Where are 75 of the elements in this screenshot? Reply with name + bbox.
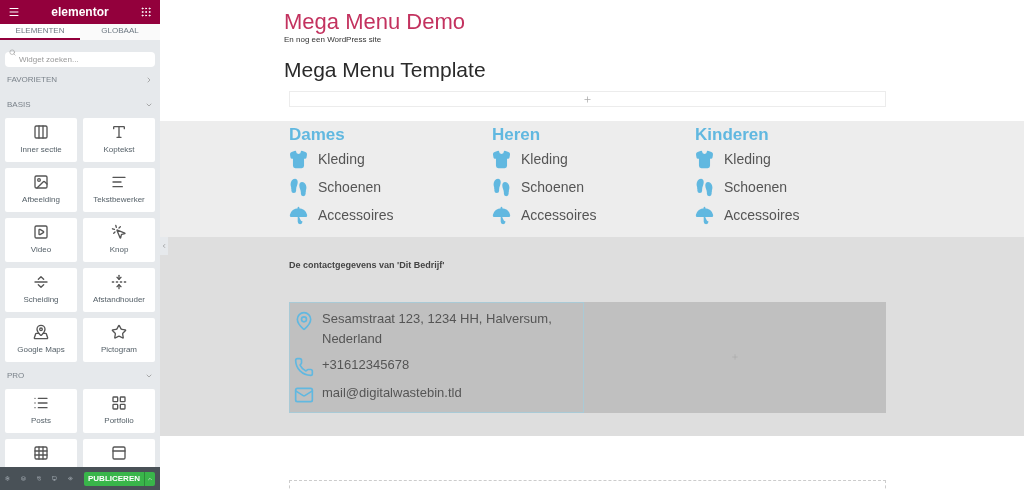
menu-link[interactable]: Kleding — [318, 148, 365, 170]
video-icon — [33, 224, 49, 240]
widget-tile[interactable]: Afbeelding — [5, 168, 77, 212]
footprints-icon — [289, 177, 308, 197]
phone-icon — [294, 356, 314, 377]
monitor-icon[interactable] — [52, 475, 58, 482]
widget-tile[interactable]: Pictogram — [83, 318, 155, 362]
menu-icon[interactable] — [8, 6, 20, 18]
contact-heading: De contactgegevens van 'Dit Bedrijf' — [289, 259, 446, 272]
add-icon — [583, 94, 592, 104]
app-logo: elementor — [51, 4, 109, 21]
divider-icon — [33, 274, 49, 290]
layers-icon[interactable] — [20, 475, 26, 482]
menu-link[interactable]: Schoenen — [318, 176, 382, 198]
image-icon — [33, 174, 49, 190]
footprints-icon — [492, 177, 511, 197]
widget-tile[interactable]: Inner sectie — [5, 118, 77, 162]
caret-icon — [147, 475, 153, 482]
search-icon — [9, 49, 16, 56]
umbrella-icon — [695, 205, 714, 225]
columns-icon — [33, 124, 49, 140]
menu-link[interactable]: Accessoires — [521, 204, 597, 226]
widget-tile[interactable]: Posts — [5, 389, 77, 433]
widget-tile[interactable]: Afstandhouder — [83, 268, 155, 312]
history-icon[interactable] — [36, 475, 42, 482]
umbrella-icon — [492, 205, 511, 225]
umbrella-icon — [289, 205, 308, 225]
heading-icon — [111, 124, 127, 140]
menu-link[interactable]: Schoenen — [521, 176, 585, 198]
contact-text: Sesamstraat 123, 1234 HH, Halversum, Nederland — [322, 309, 553, 348]
map-icon — [33, 324, 49, 340]
widget-tile[interactable]: Knop — [83, 218, 155, 262]
menu-link[interactable]: Kleding — [521, 148, 568, 170]
button-click-icon — [111, 224, 127, 240]
text-lines-icon — [111, 174, 127, 190]
contact-text: +31612345678 — [322, 355, 411, 374]
footprints-icon — [695, 177, 714, 197]
eye-icon[interactable] — [68, 475, 73, 482]
site-title[interactable]: Mega Menu Demo — [284, 10, 1024, 34]
widget-tile[interactable]: Video — [5, 218, 77, 262]
map-pin-icon — [294, 310, 314, 331]
search-field[interactable]: Widget zoeken... — [5, 52, 155, 67]
chevron-down-icon — [145, 372, 153, 380]
gallery-icon — [33, 445, 49, 461]
section-toggle[interactable]: FAVORIETEN — [5, 69, 155, 91]
menu-link[interactable]: Kleding — [724, 148, 771, 170]
chevron-down-icon — [145, 101, 153, 109]
publish-options-button[interactable] — [144, 471, 155, 486]
site-tagline: En nog een WordPress site — [284, 34, 383, 46]
section-toggle[interactable]: BASIS — [5, 94, 155, 116]
grid-menu-icon[interactable] — [140, 6, 152, 18]
slides-icon — [111, 445, 127, 461]
widget-tile[interactable]: Portfolio — [83, 389, 155, 433]
chevron-right-icon — [145, 76, 153, 84]
shirt-icon — [289, 149, 308, 169]
chevron-left-icon — [161, 243, 167, 249]
widget-tile[interactable]: Scheiding — [5, 268, 77, 312]
contact-text: mail@digitalwastebin.tld — [322, 383, 463, 402]
widget-tile[interactable]: Google Maps — [5, 318, 77, 362]
spacer-icon — [111, 274, 127, 290]
shirt-icon — [492, 149, 511, 169]
page-heading: Mega Menu Template — [284, 57, 487, 83]
menu-link[interactable]: Schoenen — [724, 176, 788, 198]
list-icon — [33, 395, 49, 411]
panel-tab[interactable]: GLOBAAL — [80, 24, 160, 40]
collapse-handle[interactable] — [160, 237, 168, 255]
settings-icon[interactable] — [5, 475, 10, 482]
grid-icon — [111, 395, 127, 411]
star-icon — [111, 324, 127, 340]
section-toggle[interactable]: PRO — [5, 365, 155, 387]
menu-link[interactable]: Accessoires — [724, 204, 800, 226]
widget-tile[interactable]: Koptekst — [83, 118, 155, 162]
widget-tile[interactable]: Tekstbewerker — [83, 168, 155, 212]
menu-link[interactable]: Accessoires — [318, 204, 394, 226]
shirt-icon — [695, 149, 714, 169]
